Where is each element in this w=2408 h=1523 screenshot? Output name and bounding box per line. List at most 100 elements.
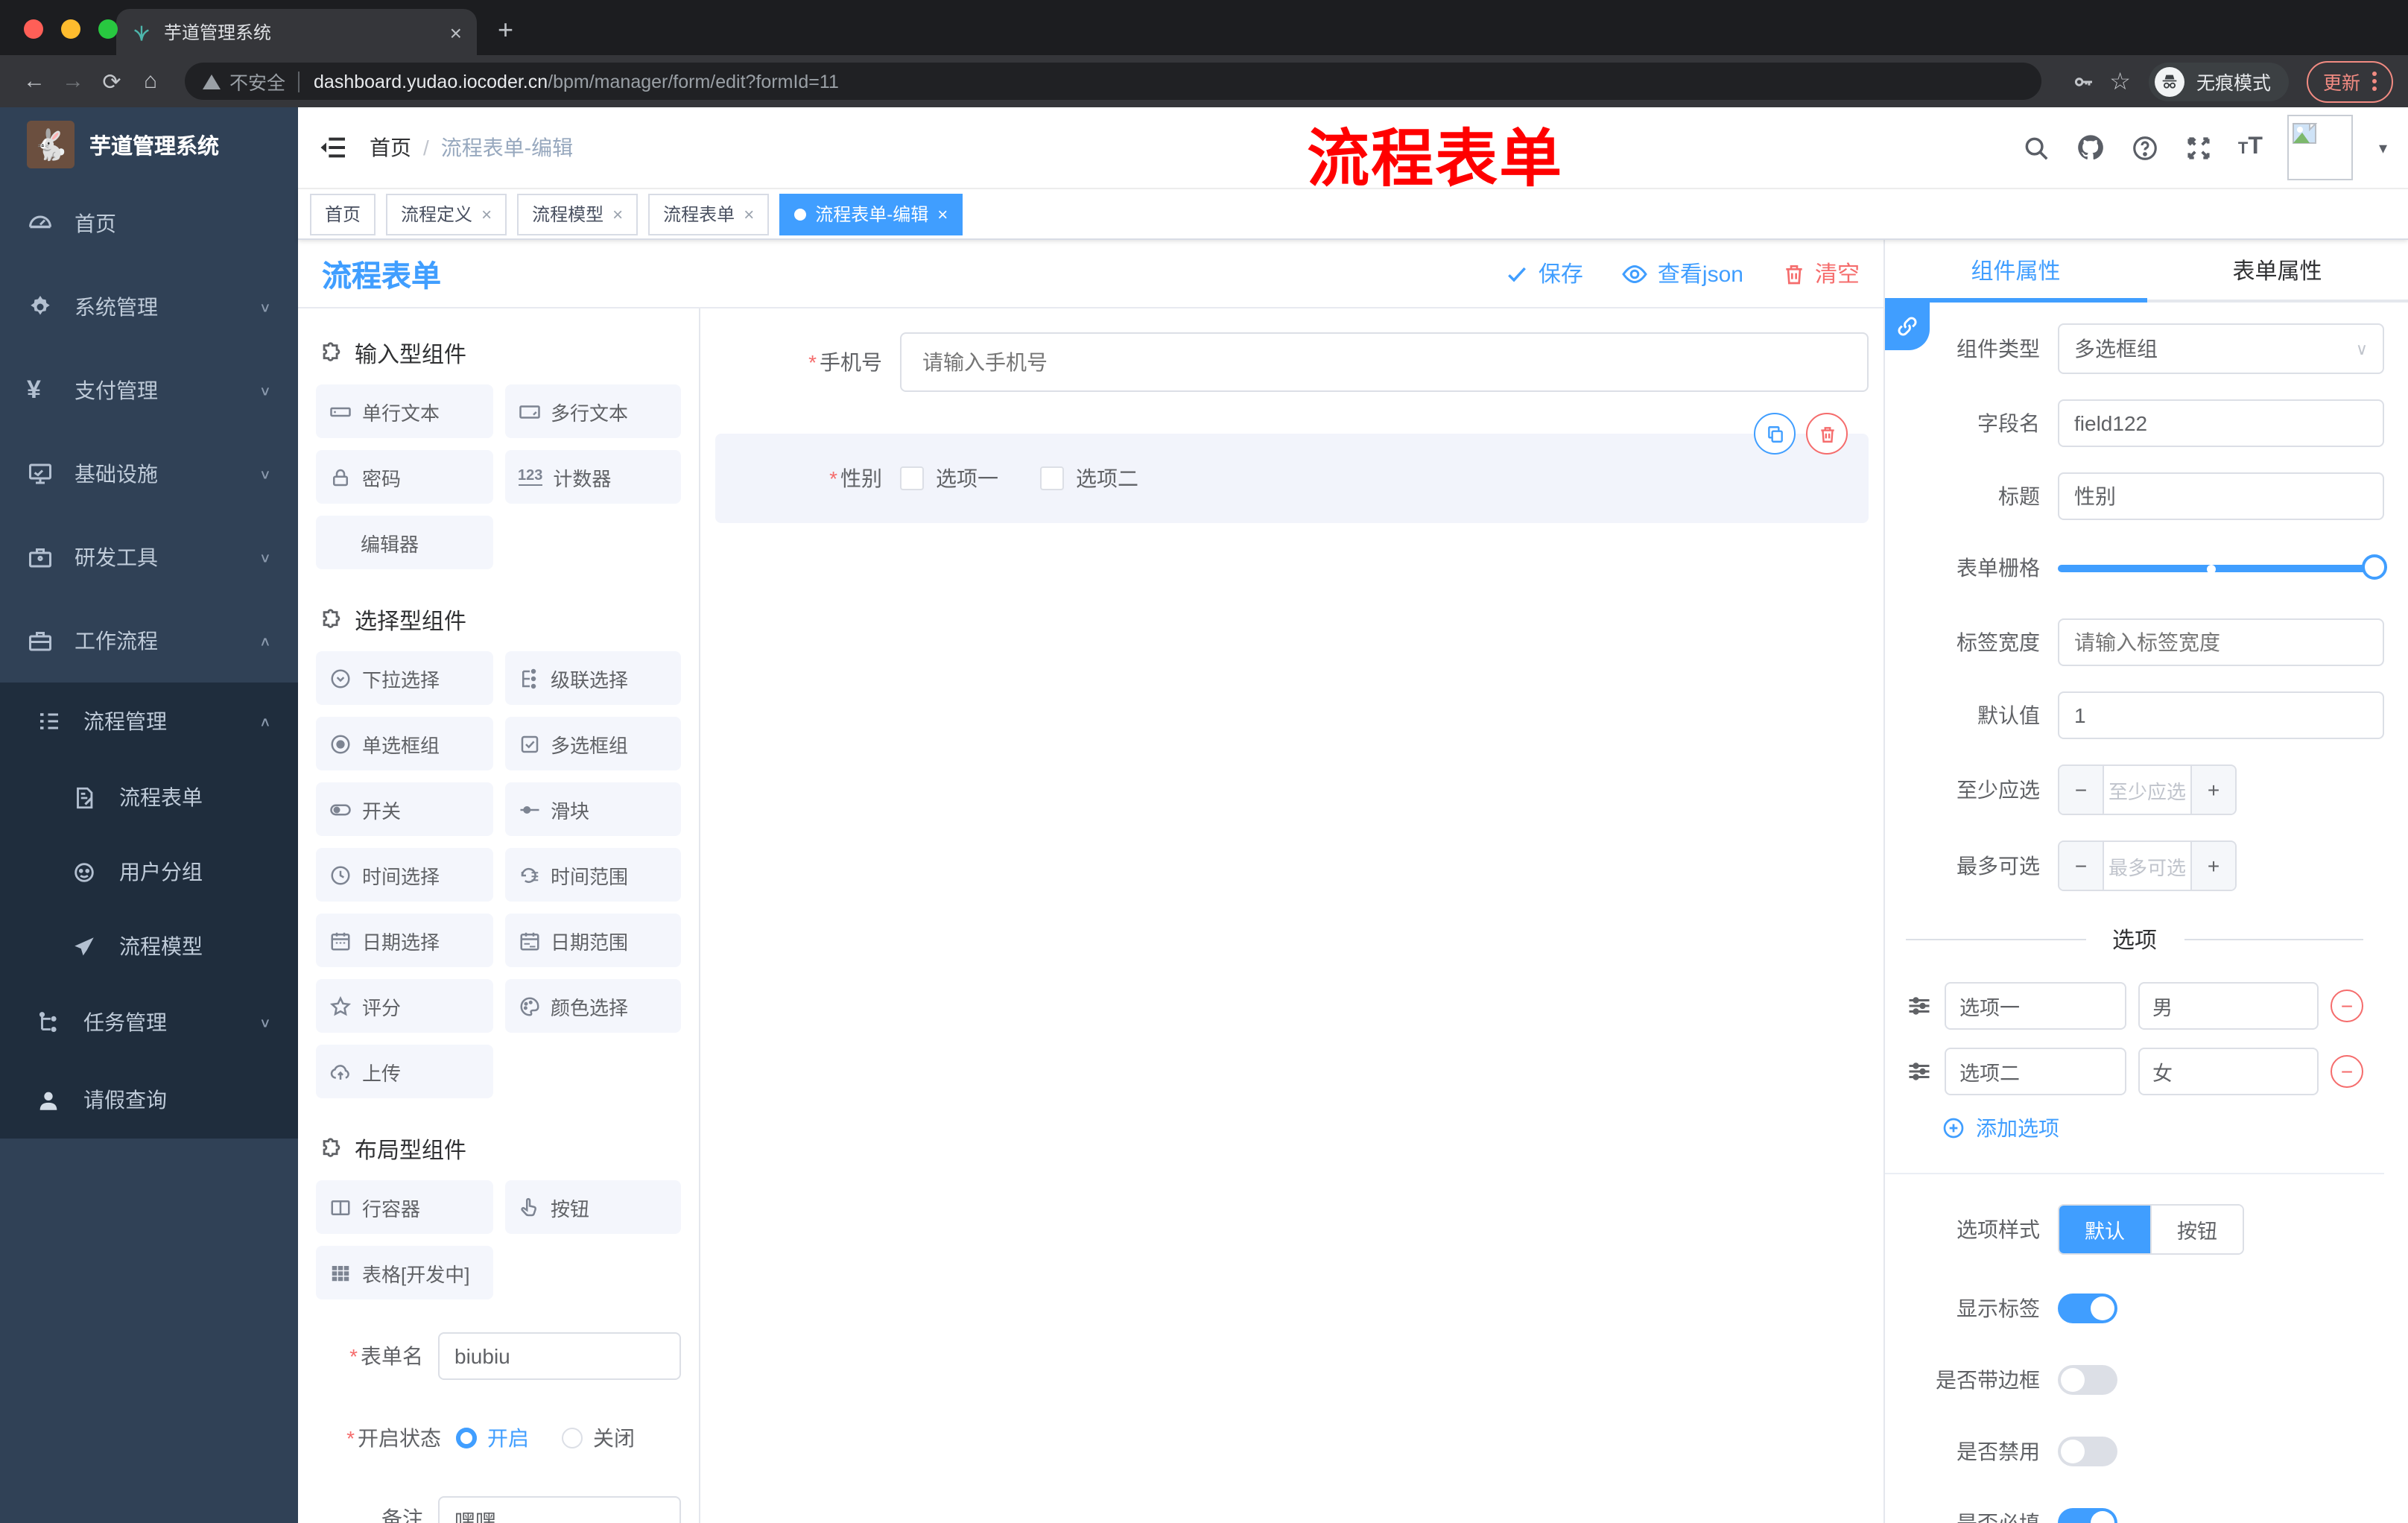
sidebar-item-workflow[interactable]: 工作流程 ∧ xyxy=(0,599,298,683)
canvas-field-gender-selected[interactable]: * 性别 选项一 选项二 xyxy=(715,413,1869,523)
minus-button[interactable]: − xyxy=(2059,766,2104,814)
min-select-value[interactable]: 至少应选 xyxy=(2104,766,2190,814)
drag-handle-icon[interactable] xyxy=(1906,1058,1933,1085)
zoom-window-button[interactable] xyxy=(98,19,118,39)
plus-button[interactable]: + xyxy=(2190,842,2235,890)
palette-item-color-picker[interactable]: 颜色选择 xyxy=(504,979,681,1033)
tab-component-props[interactable]: 组件属性 xyxy=(1885,240,2146,303)
option-label-input[interactable] xyxy=(1945,982,2126,1030)
sidebar-fold-icon[interactable] xyxy=(319,133,349,162)
save-button[interactable]: 保存 xyxy=(1506,258,1583,289)
app-logo[interactable]: 🐇 芋道管理系统 xyxy=(0,107,298,182)
label-width-input[interactable] xyxy=(2058,618,2384,666)
minimize-window-button[interactable] xyxy=(61,19,80,39)
browser-menu-icon[interactable] xyxy=(2372,72,2377,91)
address-bar[interactable]: 不安全 dashboard.yudao.iocoder.cn /bpm/mana… xyxy=(185,63,2041,100)
fullscreen-icon[interactable] xyxy=(2184,133,2213,162)
forward-icon[interactable]: → xyxy=(54,69,92,94)
style-button-button[interactable]: 按钮 xyxy=(2150,1206,2243,1253)
window-controls[interactable] xyxy=(24,19,118,39)
option-value-input[interactable] xyxy=(2138,982,2319,1030)
palette-item-table-dev[interactable]: 表格[开发中] xyxy=(316,1246,492,1299)
sidebar-item-process-model[interactable]: 流程模型 xyxy=(0,909,298,984)
min-select-stepper[interactable]: − 至少应选 + xyxy=(2058,764,2237,815)
breadcrumb-home[interactable]: 首页 xyxy=(370,133,411,162)
sidebar-item-payment[interactable]: ¥ 支付管理 ∨ xyxy=(0,349,298,432)
palette-item-checkbox-group[interactable]: 多选框组 xyxy=(504,717,681,770)
browser-tab[interactable]: 芋道管理系统 × xyxy=(116,9,477,55)
minus-button[interactable]: − xyxy=(2059,842,2104,890)
tab-close-icon[interactable]: × xyxy=(450,20,462,44)
new-tab-button[interactable]: + xyxy=(498,15,513,46)
view-json-button[interactable]: 查看json xyxy=(1622,258,1743,289)
palette-item-switch[interactable]: 开关 xyxy=(316,782,492,836)
form-remark-textarea[interactable]: 嘿嘿 xyxy=(438,1496,681,1523)
palette-item-time-picker[interactable]: 时间选择 xyxy=(316,848,492,902)
sidebar-item-process-form[interactable]: 流程表单 xyxy=(0,760,298,835)
tag-process-definition[interactable]: 流程定义 × xyxy=(386,193,507,235)
add-option-button[interactable]: 添加选项 xyxy=(1942,1113,2384,1143)
sidebar-item-user-group[interactable]: 用户分组 xyxy=(0,835,298,909)
phone-input[interactable] xyxy=(900,332,1869,392)
disabled-toggle[interactable] xyxy=(2058,1437,2117,1466)
checkbox-icon[interactable] xyxy=(900,466,924,490)
github-icon[interactable] xyxy=(2076,133,2106,162)
palette-item-upload[interactable]: 上传 xyxy=(316,1045,492,1098)
form-name-input[interactable] xyxy=(438,1332,681,1380)
tag-process-form-edit[interactable]: 流程表单-编辑 × xyxy=(779,193,963,235)
form-canvas[interactable]: * 手机号 请输入手机号 * 性别 选项一 选项二 xyxy=(700,308,1883,1523)
canvas-field-phone[interactable]: * 手机号 xyxy=(715,332,1869,392)
slider-handle[interactable] xyxy=(2362,554,2387,580)
remove-option-button[interactable]: − xyxy=(2331,990,2363,1022)
slider-track[interactable] xyxy=(2058,565,2375,572)
close-icon[interactable]: × xyxy=(481,203,492,224)
field-name-input[interactable] xyxy=(2058,399,2384,447)
avatar[interactable] xyxy=(2287,115,2354,180)
gender-option-1[interactable]: 选项一 xyxy=(900,463,998,493)
bookmark-star-icon[interactable]: ☆ xyxy=(2109,66,2131,96)
copy-component-button[interactable] xyxy=(1754,413,1796,455)
palette-item-single-text[interactable]: 单行文本 xyxy=(316,384,492,438)
link-tab-button[interactable] xyxy=(1885,303,1930,350)
default-value-input[interactable] xyxy=(2058,691,2384,739)
clear-button[interactable]: 清空 xyxy=(1782,258,1860,289)
palette-item-button[interactable]: 按钮 xyxy=(504,1180,681,1234)
tab-form-props[interactable]: 表单属性 xyxy=(2146,240,2408,300)
status-radio-off[interactable]: 关闭 xyxy=(562,1423,635,1453)
required-toggle[interactable] xyxy=(2058,1508,2117,1523)
palette-item-rate[interactable]: 评分 xyxy=(316,979,492,1033)
max-select-stepper[interactable]: − 最多可选 + xyxy=(2058,840,2237,891)
palette-item-password[interactable]: 密码 xyxy=(316,450,492,504)
sidebar-item-leave-query[interactable]: 请假查询 xyxy=(0,1061,298,1139)
component-type-select[interactable]: 多选框组 ∨ xyxy=(2058,323,2384,374)
back-icon[interactable]: ← xyxy=(15,69,54,94)
reload-icon[interactable]: ⟳ xyxy=(92,68,131,95)
title-input[interactable] xyxy=(2058,472,2384,520)
help-icon[interactable] xyxy=(2131,133,2159,162)
option-label-input[interactable] xyxy=(1945,1048,2126,1095)
sidebar-item-process-mgmt[interactable]: 流程管理 ∧ xyxy=(0,683,298,760)
palette-item-date-range[interactable]: 日期范围 xyxy=(504,914,681,967)
home-icon[interactable]: ⌂ xyxy=(131,69,170,94)
close-icon[interactable]: × xyxy=(937,203,948,224)
border-toggle[interactable] xyxy=(2058,1365,2117,1395)
password-key-icon[interactable] xyxy=(2070,69,2094,93)
tag-home[interactable]: 首页 xyxy=(310,193,376,235)
font-size-icon[interactable]: TT xyxy=(2238,134,2263,161)
plus-button[interactable]: + xyxy=(2190,766,2235,814)
sidebar-item-home[interactable]: 首页 xyxy=(0,182,298,265)
remove-option-button[interactable]: − xyxy=(2331,1055,2363,1088)
palette-item-radio-group[interactable]: 单选框组 xyxy=(316,717,492,770)
search-icon[interactable] xyxy=(2022,133,2050,162)
status-radio-on[interactable]: 开启 xyxy=(456,1423,529,1453)
sidebar-item-devtools[interactable]: 研发工具 ∨ xyxy=(0,516,298,599)
avatar-caret-icon[interactable]: ▾ xyxy=(2379,138,2387,157)
delete-component-button[interactable] xyxy=(1806,413,1848,455)
gender-option-2[interactable]: 选项二 xyxy=(1040,463,1138,493)
browser-update-button[interactable]: 更新 xyxy=(2306,60,2393,102)
checkbox-icon[interactable] xyxy=(1040,466,1064,490)
drag-handle-icon[interactable] xyxy=(1906,992,1933,1019)
palette-item-slider[interactable]: 滑块 xyxy=(504,782,681,836)
close-icon[interactable]: × xyxy=(612,203,623,224)
palette-item-cascader[interactable]: 级联选择 xyxy=(504,651,681,705)
